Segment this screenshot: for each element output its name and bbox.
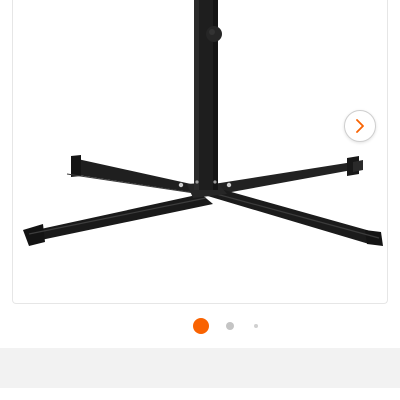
product-image-frame[interactable]	[12, 0, 388, 304]
carousel-dot-3[interactable]	[254, 324, 258, 328]
product-gallery-page	[0, 0, 400, 400]
section-divider-band	[0, 348, 400, 388]
chevron-right-icon	[356, 119, 364, 133]
umbrella-base-image	[23, 0, 383, 246]
carousel-dot-1[interactable]	[193, 318, 209, 334]
next-image-button[interactable]	[344, 110, 376, 142]
carousel-pagination	[0, 318, 400, 334]
carousel-dot-2[interactable]	[226, 322, 234, 330]
